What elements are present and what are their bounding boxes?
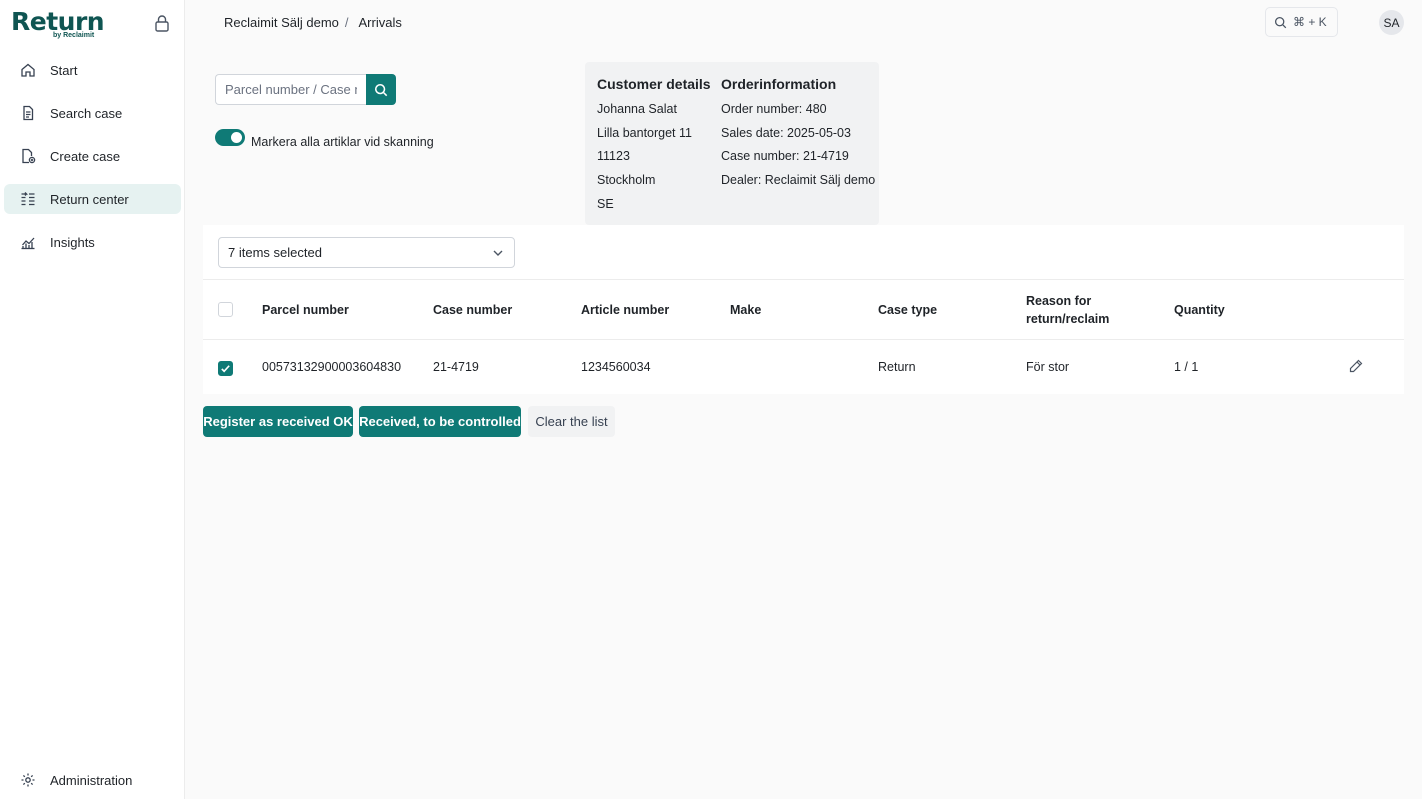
chevron-down-icon xyxy=(493,250,503,256)
customer-country: SE xyxy=(597,196,614,211)
document-icon xyxy=(23,105,34,121)
select-all-checkbox[interactable] xyxy=(218,302,233,317)
row-checkbox[interactable] xyxy=(218,361,233,376)
sidebar-item-start[interactable]: Start xyxy=(4,55,181,85)
col-header-reason-line2: return/reclaim xyxy=(1026,312,1110,326)
customer-city: Stockholm xyxy=(597,173,656,188)
home-icon xyxy=(21,63,35,77)
edit-icon[interactable] xyxy=(1349,359,1363,373)
dealer: Dealer: Reclaimit Sälj demo xyxy=(721,173,876,188)
order-information: Orderinformation Order number: 480 Sales… xyxy=(721,76,875,196)
toggle-label: Markera alla artiklar vid skanning xyxy=(251,135,434,149)
command-shortcut: ⌘ + K xyxy=(1293,15,1327,29)
sidebar-item-label: Insights xyxy=(50,234,95,250)
cell-quantity: 1 / 1 xyxy=(1174,360,1199,374)
customer-details-title: Customer details xyxy=(597,76,711,92)
register-received-ok-button[interactable]: Register as received OK xyxy=(203,406,353,437)
sidebar-item-search-case[interactable]: Search case xyxy=(4,98,181,128)
cell-parcel: 00573132900003604830 xyxy=(262,360,402,374)
items-filter-value: 7 items selected xyxy=(228,245,322,260)
gear-icon xyxy=(21,773,35,787)
clear-list-button[interactable]: Clear the list xyxy=(528,406,615,437)
search-input[interactable] xyxy=(215,74,366,105)
customer-name: Johanna Salat xyxy=(597,102,677,116)
sidebar-item-label: Search case xyxy=(50,105,123,121)
cell-type: Return xyxy=(878,360,916,374)
breadcrumb-separator: / xyxy=(344,15,349,30)
divider xyxy=(203,339,1404,340)
file-add-icon xyxy=(22,148,36,164)
logo-subtext: by Reclaimit xyxy=(53,32,95,39)
customer-zip: 11123 xyxy=(597,149,630,164)
order-number: Order number: 480 xyxy=(721,102,827,116)
mark-all-toggle[interactable] xyxy=(215,129,245,146)
cell-article: 1234560034 xyxy=(581,360,651,374)
lock-icon[interactable] xyxy=(154,14,170,32)
items-filter-select[interactable]: 7 items selected xyxy=(218,237,515,268)
avatar[interactable]: SA xyxy=(1379,10,1404,35)
sidebar-item-label: Start xyxy=(50,62,78,78)
col-header-quantity[interactable]: Quantity xyxy=(1174,301,1225,319)
sidebar-item-insights[interactable]: Insights xyxy=(4,227,181,257)
col-header-parcel[interactable]: Parcel number xyxy=(262,301,349,319)
command-search-button[interactable]: ⌘ + K xyxy=(1265,7,1338,37)
sidebar-item-label: Administration xyxy=(50,772,133,788)
breadcrumb-parent[interactable]: Reclaimit Sälj demo xyxy=(224,15,339,30)
sidebar: Return by Reclaimit Start Search case Cr… xyxy=(0,0,185,799)
toggle-knob xyxy=(231,132,242,143)
col-header-reason-line1: Reason for xyxy=(1026,294,1092,308)
received-to-be-controlled-button[interactable]: Received, to be controlled xyxy=(359,406,521,437)
return-list-icon xyxy=(21,192,35,206)
search-bar xyxy=(215,74,396,105)
logo[interactable]: Return by Reclaimit xyxy=(11,9,105,43)
breadcrumb: Reclaimit Sälj demo / Arrivals xyxy=(224,15,402,30)
sidebar-item-administration[interactable]: Administration xyxy=(4,765,181,795)
arrivals-panel: 7 items selected Parcel number Case numb… xyxy=(203,225,1404,394)
search-button[interactable] xyxy=(366,74,396,105)
info-panel: Customer details Johanna Salat Lilla ban… xyxy=(585,62,879,225)
customer-street: Lilla bantorget 11 xyxy=(597,125,692,140)
sidebar-item-return-center[interactable]: Return center xyxy=(4,184,181,214)
customer-details: Customer details Johanna Salat Lilla ban… xyxy=(597,76,711,219)
sidebar-item-label: Create case xyxy=(50,148,121,164)
col-header-case[interactable]: Case number xyxy=(433,301,512,319)
chart-icon xyxy=(21,237,35,250)
search-icon xyxy=(374,83,388,96)
search-icon xyxy=(1274,16,1287,28)
cell-case: 21-4719 xyxy=(433,360,479,374)
breadcrumb-current: Arrivals xyxy=(358,15,402,30)
order-case-number: Case number: 21-4719 xyxy=(721,149,849,164)
order-information-title: Orderinformation xyxy=(721,76,837,92)
col-header-make[interactable]: Make xyxy=(730,301,761,319)
sidebar-item-create-case[interactable]: Create case xyxy=(4,141,181,171)
cell-reason: För stor xyxy=(1026,360,1070,374)
col-header-article[interactable]: Article number xyxy=(581,301,669,319)
col-header-type[interactable]: Case type xyxy=(878,301,937,319)
check-icon xyxy=(221,365,230,373)
col-header-reason[interactable]: Reason for return/reclaim xyxy=(1026,292,1109,328)
sales-date: Sales date: 2025-05-03 xyxy=(721,125,851,140)
divider xyxy=(203,279,1404,280)
sidebar-item-label: Return center xyxy=(50,191,129,207)
